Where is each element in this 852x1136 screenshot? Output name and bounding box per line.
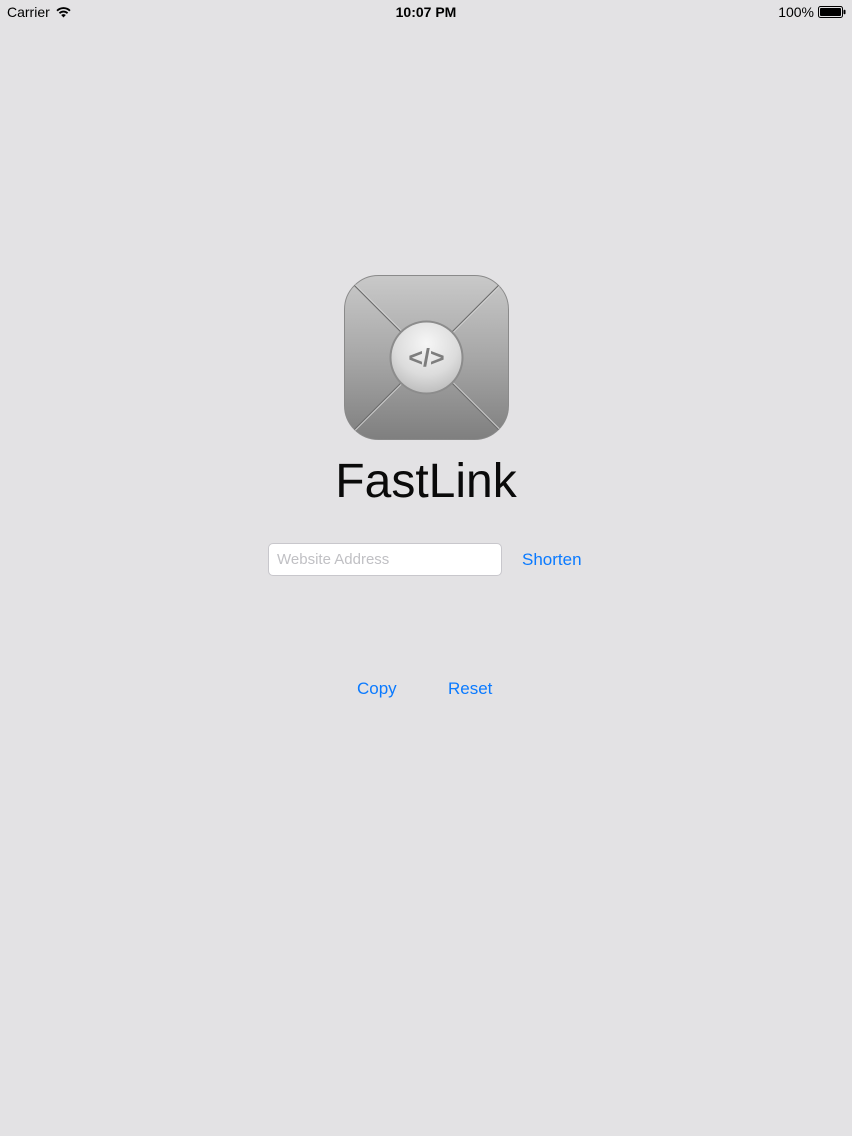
website-address-input[interactable]	[268, 543, 502, 576]
copy-button[interactable]: Copy	[357, 678, 397, 700]
code-brackets-icon: </>	[344, 275, 509, 440]
battery-full-icon	[818, 6, 846, 18]
code-glyph: </>	[408, 344, 444, 372]
battery-percent: 100%	[778, 4, 814, 20]
shorten-button[interactable]: Shorten	[522, 549, 582, 571]
reset-button[interactable]: Reset	[448, 678, 492, 700]
status-time: 10:07 PM	[395, 4, 457, 20]
app-title: FastLink	[335, 455, 517, 508]
status-right: 100%	[778, 4, 846, 20]
status-bar: Carrier 10:07 PM 100%	[0, 0, 852, 24]
